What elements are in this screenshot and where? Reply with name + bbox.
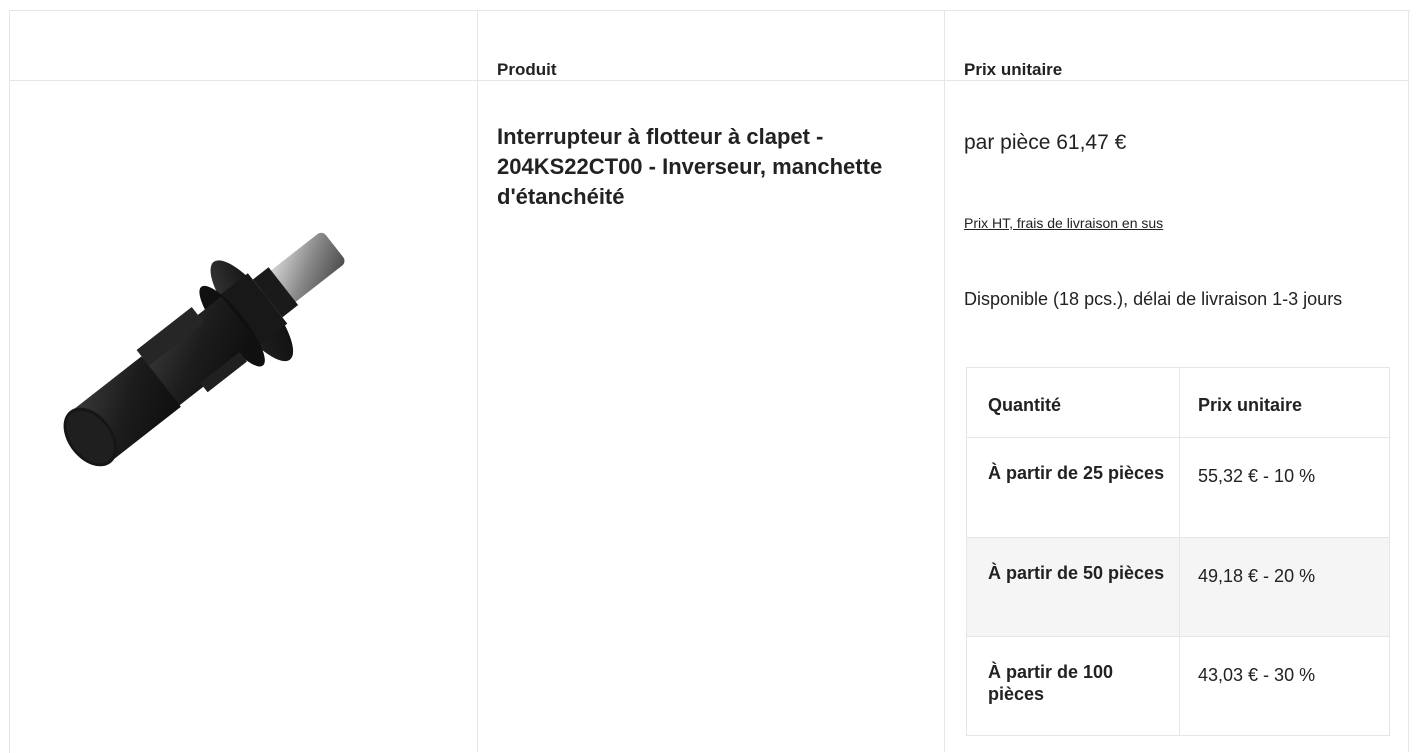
column-divider	[477, 10, 478, 752]
tier-divider	[1179, 438, 1180, 537]
availability-text: Disponible (18 pcs.), délai de livraison…	[964, 289, 1343, 309]
tier-divider	[1179, 538, 1180, 636]
tier-quantity: À partir de 25 pièces	[988, 463, 1165, 483]
product-name[interactable]: Interrupteur à flotteur à clapet - 204KS…	[497, 122, 937, 212]
header-product: Produit	[497, 60, 557, 79]
tier-quantity: À partir de 100 pièces	[988, 662, 1114, 704]
tier-divider	[1179, 368, 1180, 437]
tier-price-table: Quantité Prix unitaire À partir de 25 pi…	[966, 367, 1390, 736]
tier-row: À partir de 100 pièces 43,03 € - 30 %	[967, 637, 1389, 735]
tier-price: 49,18 € - 20 %	[1198, 566, 1316, 586]
tier-header-quantity: Quantité	[988, 395, 1062, 415]
header-divider	[9, 80, 1409, 81]
price-per-piece: par pièce 61,47 €	[964, 131, 1127, 154]
float-switch-product-image[interactable]	[40, 160, 440, 480]
column-divider	[944, 10, 945, 752]
tier-price: 55,32 € - 10 %	[1198, 466, 1316, 486]
header-unit-price: Prix unitaire	[964, 60, 1063, 79]
tier-quantity: À partir de 50 pièces	[988, 563, 1165, 583]
column-divider	[1408, 10, 1409, 752]
tier-row: À partir de 25 pièces 55,32 € - 10 %	[967, 438, 1389, 538]
tier-header-row: Quantité Prix unitaire	[967, 368, 1389, 438]
tier-header-price: Prix unitaire	[1198, 395, 1303, 415]
tier-row: À partir de 50 pièces 49,18 € - 20 %	[967, 538, 1389, 637]
tier-divider	[1179, 637, 1180, 735]
tier-price: 43,03 € - 30 %	[1198, 665, 1316, 685]
price-note-link[interactable]: Prix HT, frais de livraison en sus	[964, 215, 1163, 231]
